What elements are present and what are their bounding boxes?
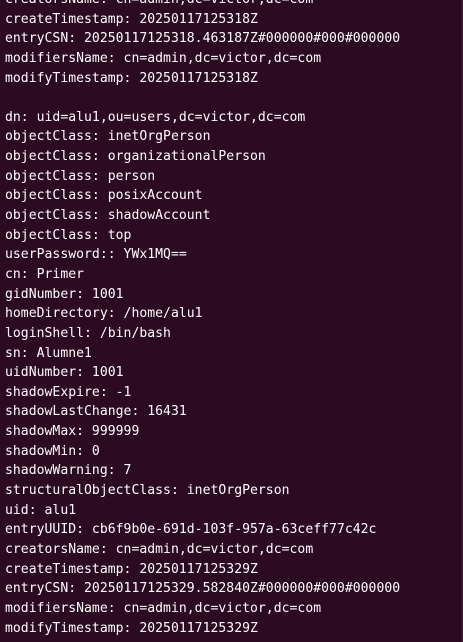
terminal-line: objectClass: organizationalPerson [5,149,266,165]
terminal-line: modifiersName: cn=admin,dc=victor,dc=com [5,50,322,66]
terminal-line: creatorsName: cn=admin,dc=victor,dc=com [5,541,314,557]
terminal-line: dn: uid=alu1,ou=users,dc=victor,dc=com [5,109,306,125]
terminal-line: entryCSN: 20250117125318.463187Z#000000#… [5,31,401,47]
terminal-line: objectClass: inetOrgPerson [5,129,211,145]
terminal-line: createTimestamp: 20250117125329Z [5,561,258,577]
terminal-line: sn: Alumne1 [5,345,92,361]
terminal-window[interactable]: creatorsName: cn=admin,dc=victor,dc=com … [0,0,463,642]
terminal-line: shadowMin: 0 [5,443,100,459]
terminal-line: shadowExpire: -1 [5,384,132,400]
terminal-line: loginShell: /bin/bash [5,325,171,341]
terminal-line: createTimestamp: 20250117125318Z [5,11,258,27]
terminal-line: entryUUID: cb6f9b0e-691d-103f-957a-63cef… [5,522,377,538]
terminal-blank-line [5,88,400,108]
terminal-line: objectClass: person [5,168,156,184]
terminal-line: cn: Primer [5,266,85,282]
terminal-line: userPassword:: YWx1MQ== [5,247,187,263]
terminal-line: entryCSN: 20250117125329.582840Z#000000#… [5,581,401,597]
terminal-line: objectClass: posixAccount [5,188,203,204]
terminal-line: modifyTimestamp: 20250117125318Z [5,70,258,86]
terminal-line: homeDirectory: /home/alu1 [5,306,203,322]
terminal-line: objectClass: shadowAccount [5,208,211,224]
terminal-line: modifyTimestamp: 20250117125329Z [5,620,258,636]
terminal-line: shadowMax: 999999 [5,424,140,440]
terminal-line: objectClass: top [5,227,132,243]
terminal-line: shadowWarning: 7 [5,463,132,479]
terminal-line: uid: alu1 [5,502,77,518]
terminal-line: uidNumber: 1001 [5,365,124,381]
terminal-line: shadowLastChange: 16431 [5,404,187,420]
terminal-line: creatorsName: cn=admin,dc=victor,dc=com [5,0,400,10]
terminal-line: structuralObjectClass: inetOrgPerson [5,483,290,499]
terminal-line: gidNumber: 1001 [5,286,124,302]
terminal-line: modifiersName: cn=admin,dc=victor,dc=com [5,600,322,616]
terminal-output: creatorsName: cn=admin,dc=victor,dc=com … [5,0,400,638]
